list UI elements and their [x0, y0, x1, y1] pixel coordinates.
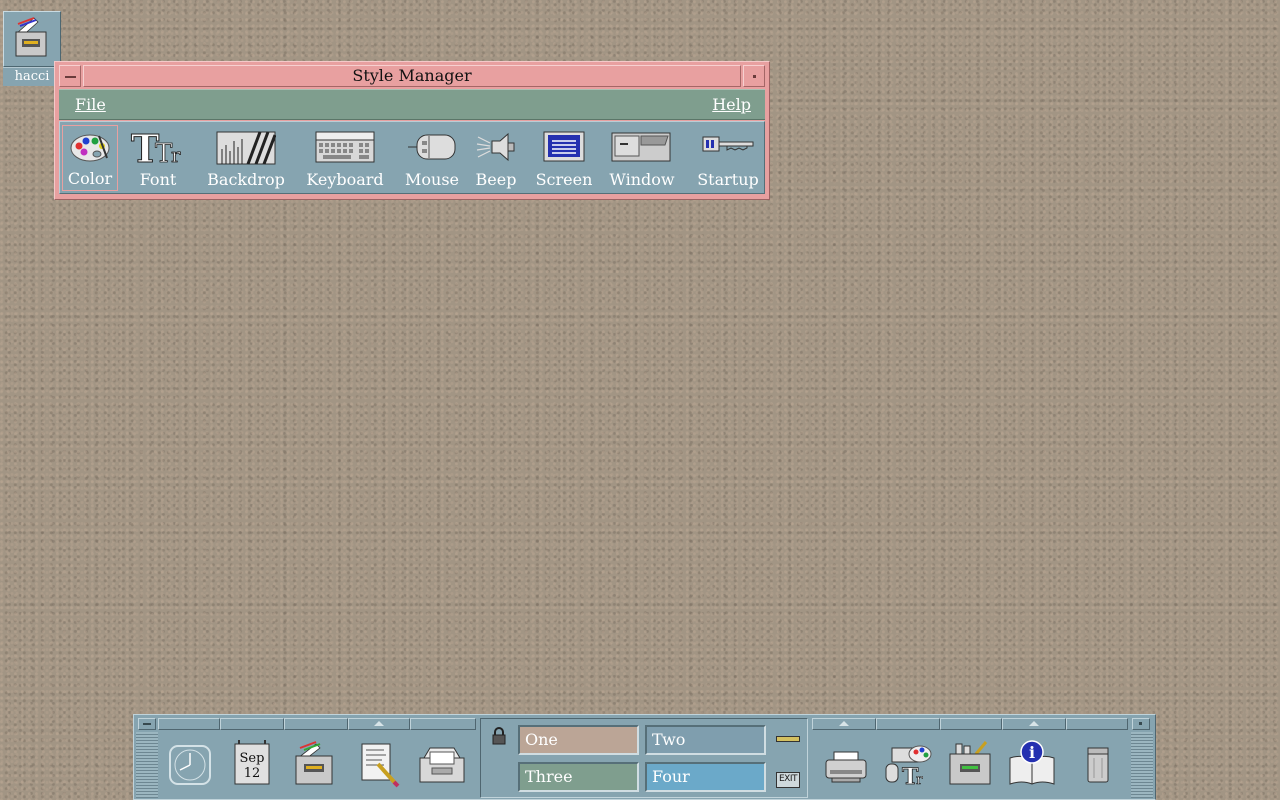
clock-icon[interactable]	[166, 740, 214, 788]
subpanel-tab[interactable]	[410, 718, 476, 730]
file-manager-icon[interactable]	[290, 740, 338, 788]
keyboard-icon	[315, 131, 375, 163]
backdrop-icon	[216, 131, 276, 165]
window-label: Window	[609, 170, 675, 189]
subpanel-tab[interactable]	[220, 718, 284, 730]
svg-text:r: r	[916, 772, 923, 788]
palette-icon	[70, 134, 110, 162]
font-button[interactable]: T T r Font	[128, 125, 188, 191]
subpanel-arrow[interactable]	[348, 718, 410, 730]
mouse-label: Mouse	[405, 170, 459, 189]
style-manager-icon[interactable]: T r	[884, 740, 932, 790]
help-icon[interactable]: i	[1008, 740, 1056, 788]
workspace-two-button[interactable]: Two	[645, 725, 766, 755]
panel-drag-handle-left[interactable]	[136, 732, 158, 798]
printer-icon[interactable]	[822, 740, 870, 788]
font-label: Font	[139, 170, 177, 189]
backdrop-button[interactable]: Backdrop	[206, 125, 286, 191]
style-toolbar: Color T T r Font Backdrop Keyboard Mouse…	[59, 121, 765, 194]
front-panel: Sep 12 One Two Three Four EXIT T r i	[133, 714, 1156, 800]
workspace-one-button[interactable]: One	[518, 725, 639, 755]
monitor-icon	[543, 131, 585, 162]
screen-label: Screen	[535, 170, 593, 189]
subpanel-arrow[interactable]	[812, 718, 876, 730]
trash-icon[interactable]	[1074, 740, 1122, 788]
screen-button[interactable]: Screen	[534, 125, 594, 191]
minimize-button[interactable]	[743, 65, 765, 87]
beep-label: Beep	[475, 170, 517, 189]
text-editor-icon[interactable]	[356, 740, 404, 788]
application-manager-icon[interactable]	[946, 740, 994, 788]
workspace-switch: One Two Three Four EXIT	[480, 718, 808, 798]
keyboard-label: Keyboard	[306, 170, 384, 189]
subpanel-tab[interactable]	[940, 718, 1002, 730]
title-bar[interactable]: Style Manager	[59, 65, 765, 88]
panel-drag-handle-right[interactable]	[1131, 732, 1153, 798]
key-icon	[702, 136, 754, 152]
panel-minimize-button[interactable]	[1132, 718, 1150, 730]
speaker-icon	[476, 132, 515, 162]
window-menu-button[interactable]	[59, 65, 81, 87]
subpanel-tab[interactable]	[876, 718, 940, 730]
workspace-three-button[interactable]: Three	[518, 762, 639, 792]
beep-button[interactable]: Beep	[473, 125, 519, 191]
lock-icon[interactable]	[491, 727, 507, 745]
color-label: Color	[67, 169, 113, 188]
backdrop-label: Backdrop	[207, 170, 285, 189]
subpanel-tab[interactable]	[158, 718, 220, 730]
subpanel-tab[interactable]	[284, 718, 348, 730]
calendar-icon[interactable]: Sep 12	[229, 740, 277, 788]
subpanel-arrow[interactable]	[1002, 718, 1066, 730]
font-icon: T T r	[131, 131, 182, 165]
svg-text:r: r	[171, 143, 181, 165]
menu-bar: File Help	[59, 89, 765, 120]
workspace-four-button[interactable]: Four	[645, 762, 766, 792]
startup-button[interactable]: Startup	[692, 125, 764, 191]
window-title: Style Manager	[83, 65, 741, 87]
file-menu[interactable]: File	[75, 95, 106, 114]
busy-light	[776, 736, 800, 742]
calendar-month: Sep	[240, 751, 265, 766]
desktop-icon-label: hacci	[3, 67, 61, 86]
panel-menu-button[interactable]	[138, 718, 156, 730]
keyboard-button[interactable]: Keyboard	[303, 125, 387, 191]
desktop-icon-hacci[interactable]: hacci	[3, 11, 61, 87]
file-manager-icon	[3, 11, 61, 67]
mouse-button[interactable]: Mouse	[400, 125, 464, 191]
startup-label: Startup	[697, 170, 759, 189]
mail-icon[interactable]	[418, 740, 466, 788]
window-icon	[611, 132, 671, 162]
style-manager-window: Style Manager File Help Color T T r Font…	[54, 61, 770, 200]
color-button[interactable]: Color	[62, 125, 118, 191]
window-button[interactable]: Window	[606, 125, 678, 191]
subpanel-tab[interactable]	[1066, 718, 1128, 730]
help-menu[interactable]: Help	[712, 95, 751, 114]
svg-text:i: i	[1029, 743, 1035, 762]
mouse-icon	[408, 134, 456, 160]
calendar-day: 12	[244, 766, 261, 781]
exit-icon[interactable]: EXIT	[776, 772, 800, 788]
